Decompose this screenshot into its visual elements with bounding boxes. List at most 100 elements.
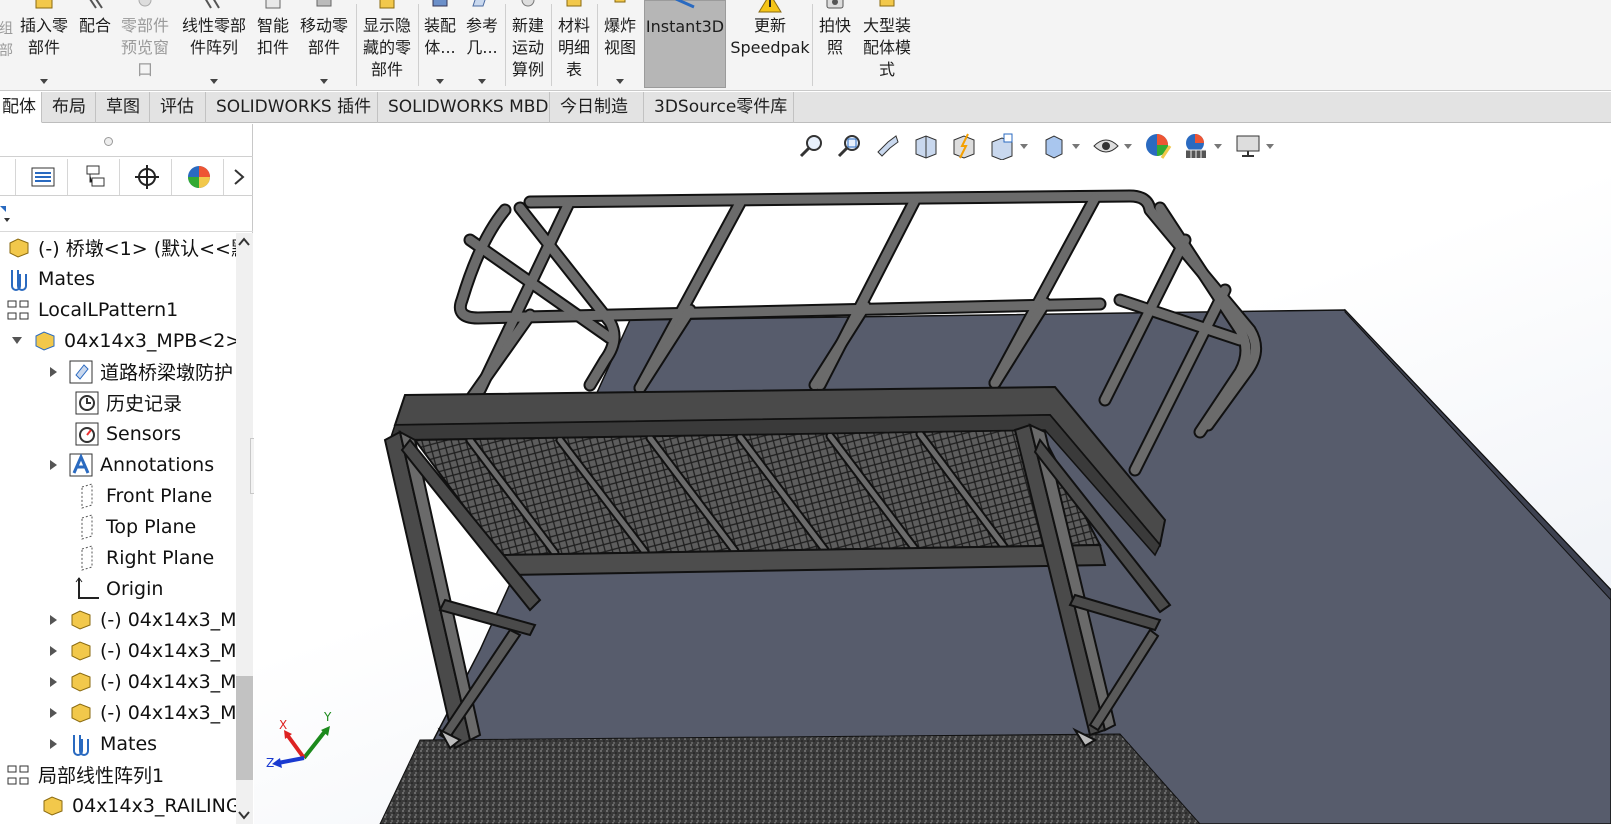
panel-manager-tabs xyxy=(0,156,253,196)
graphics-area[interactable]: X Y Z xyxy=(254,124,1611,824)
dynamic-annotation-button[interactable] xyxy=(948,131,980,161)
chevron-down-icon[interactable] xyxy=(436,79,444,84)
chevron-down-icon[interactable] xyxy=(478,79,486,84)
tree-item-origin[interactable]: Origin xyxy=(74,573,163,604)
ribbon-label: 配合 xyxy=(78,16,111,35)
chevron-down-icon[interactable] xyxy=(1266,143,1274,149)
scroll-down-icon[interactable] xyxy=(236,808,253,822)
apply-scene-button[interactable] xyxy=(1180,131,1212,161)
tab-label: 布局 xyxy=(52,97,86,117)
triad-x-label: X xyxy=(279,718,288,732)
tree-item-top-plane[interactable]: Top Plane xyxy=(74,511,196,542)
tab-property-manager[interactable] xyxy=(18,159,68,195)
expand-arrow[interactable] xyxy=(46,738,60,749)
expand-arrow[interactable] xyxy=(46,459,60,470)
large-assembly-mode-button[interactable]: 大型装 配体模 式 xyxy=(858,0,916,90)
tree-item-local-pattern[interactable]: LocalLPattern1 xyxy=(6,294,178,325)
previous-view-button[interactable] xyxy=(872,131,904,161)
tree-item-label: 局部线性阵列1 xyxy=(38,765,165,787)
chevron-down-icon[interactable] xyxy=(210,79,218,84)
tab-solidworks-mbd[interactable]: SOLIDWORKS MBD xyxy=(378,92,550,123)
chevron-down-icon[interactable] xyxy=(1020,143,1028,149)
reference-geometry-button[interactable]: 参考 几... xyxy=(462,0,502,90)
expand-arrow[interactable] xyxy=(46,707,60,718)
zoom-to-area-button[interactable] xyxy=(834,131,866,161)
chevron-down-icon[interactable] xyxy=(1214,143,1222,149)
chevron-down-icon[interactable] xyxy=(40,79,48,84)
tree-scrollbar-thumb[interactable] xyxy=(236,676,253,780)
ribbon-partial-button[interactable]: 组 部 xyxy=(0,0,13,90)
panel-split-handle[interactable] xyxy=(104,137,113,146)
tab-assembly[interactable]: 配体 xyxy=(0,92,42,123)
insert-component-button[interactable]: 插入零 部件 xyxy=(14,0,74,90)
command-tabs: 配体 布局 草图 评估 SOLIDWORKS 插件 SOLIDWORKS MBD… xyxy=(0,92,1611,123)
tree-item-label: (-) 04x14x3_M xyxy=(100,639,236,662)
tree-item-front-plane[interactable]: Front Plane xyxy=(74,480,212,511)
tree-item-component[interactable]: (-) 04x14x3_M xyxy=(46,635,236,666)
bill-of-materials-button[interactable]: 材料 明细 表 xyxy=(553,0,595,90)
expand-arrow[interactable] xyxy=(46,366,60,377)
instant3d-button[interactable]: Instant3D xyxy=(644,0,726,88)
collapse-arrow[interactable] xyxy=(10,337,24,344)
tree-item-local-linear-pattern[interactable]: 局部线性阵列1 xyxy=(6,759,164,790)
tree-item-mates-sub[interactable]: Mates xyxy=(46,728,157,759)
tree-item-railing[interactable]: 04x14x3_RAILING xyxy=(40,790,236,821)
tab-configuration-manager[interactable] xyxy=(70,159,120,195)
tree-item-sensors[interactable]: Sensors xyxy=(74,418,181,449)
chevron-down-icon[interactable] xyxy=(1124,143,1132,149)
assembly-features-button[interactable]: 装配 体... xyxy=(420,0,460,90)
mate-button[interactable]: 配合 xyxy=(74,0,116,90)
smart-fasteners-icon xyxy=(260,0,286,14)
expand-arrow[interactable] xyxy=(46,614,60,625)
tab-dimxpert-manager[interactable] xyxy=(122,159,172,195)
pattern-icon xyxy=(6,762,32,788)
configuration-manager-icon xyxy=(86,165,104,187)
scroll-up-icon[interactable] xyxy=(236,235,253,249)
tree-item-road-bridge[interactable]: 道路桥梁墩防护 xyxy=(46,356,233,387)
expand-arrow[interactable] xyxy=(46,645,60,656)
section-view-button[interactable] xyxy=(910,131,942,161)
tree-item-top-assembly[interactable]: (-) 桥墩<1> (默认<<默 xyxy=(6,233,236,263)
tab-solidworks-addins[interactable]: SOLIDWORKS 插件 xyxy=(206,92,378,123)
tree-item-right-plane[interactable]: Right Plane xyxy=(74,542,214,573)
chevron-down-icon[interactable] xyxy=(1072,143,1080,149)
command-manager-ribbon: 组 部 插入零 部件 配合 零部件 预览窗 口 线性零部 件阵列 智能 扣件 移… xyxy=(0,0,1611,91)
move-component-icon xyxy=(311,0,337,14)
panel-tabs-next[interactable] xyxy=(226,159,252,195)
chevron-down-icon[interactable] xyxy=(616,79,624,84)
tree-item-component[interactable]: (-) 04x14x3_M xyxy=(46,666,236,697)
zoom-to-fit-button[interactable] xyxy=(796,131,828,161)
linear-pattern-button[interactable]: 线性零部 件阵列 xyxy=(176,0,252,90)
tree-item-history[interactable]: 历史记录 xyxy=(74,387,182,418)
show-hidden-components-button[interactable]: 显示隐 藏的零 部件 xyxy=(358,0,416,90)
chevron-down-icon[interactable] xyxy=(320,79,328,84)
display-style-button[interactable] xyxy=(1038,131,1070,161)
feature-tree-filter[interactable] xyxy=(0,196,253,232)
tab-feature-manager[interactable] xyxy=(0,159,16,195)
expand-arrow[interactable] xyxy=(46,676,60,687)
tab-today-manufacturing[interactable]: 今日制造 xyxy=(550,92,644,123)
tree-item-component[interactable]: (-) 04x14x3_M xyxy=(46,697,236,728)
tab-evaluate[interactable]: 评估 xyxy=(150,92,206,123)
tab-sketch[interactable]: 草图 xyxy=(96,92,150,123)
new-motion-study-button[interactable]: 新建 运动 算例 xyxy=(507,0,549,90)
tree-item-mates[interactable]: Mates xyxy=(6,263,95,294)
move-component-button[interactable]: 移动零 部件 xyxy=(295,0,353,90)
exploded-view-button[interactable]: 爆炸 视图 xyxy=(599,0,641,90)
take-snapshot-button[interactable]: 拍快 照 xyxy=(814,0,856,90)
ribbon-label: 爆炸 视图 xyxy=(603,16,636,57)
tree-item-subassembly-mpb[interactable]: 04x14x3_MPB<2> xyxy=(10,325,236,356)
tree-item-annotations[interactable]: Annotations xyxy=(46,449,214,480)
view-settings-button[interactable] xyxy=(1232,131,1264,161)
edit-appearance-button[interactable] xyxy=(1142,131,1174,161)
smart-fasteners-button[interactable]: 智能 扣件 xyxy=(253,0,293,90)
hide-show-items-button[interactable] xyxy=(1090,131,1122,161)
tree-item-component[interactable]: (-) 04x14x3_M xyxy=(46,604,236,635)
tab-layout[interactable]: 布局 xyxy=(42,92,96,123)
view-orientation-button[interactable] xyxy=(986,131,1018,161)
component-preview-button[interactable]: 零部件 预览窗 口 xyxy=(116,0,174,90)
tab-display-manager[interactable] xyxy=(174,159,224,195)
model-canvas[interactable] xyxy=(254,124,1611,824)
update-speedpak-button[interactable]: 更新 Speedpak xyxy=(730,0,810,90)
tab-3dsource-library[interactable]: 3DSource零件库 xyxy=(644,92,794,123)
